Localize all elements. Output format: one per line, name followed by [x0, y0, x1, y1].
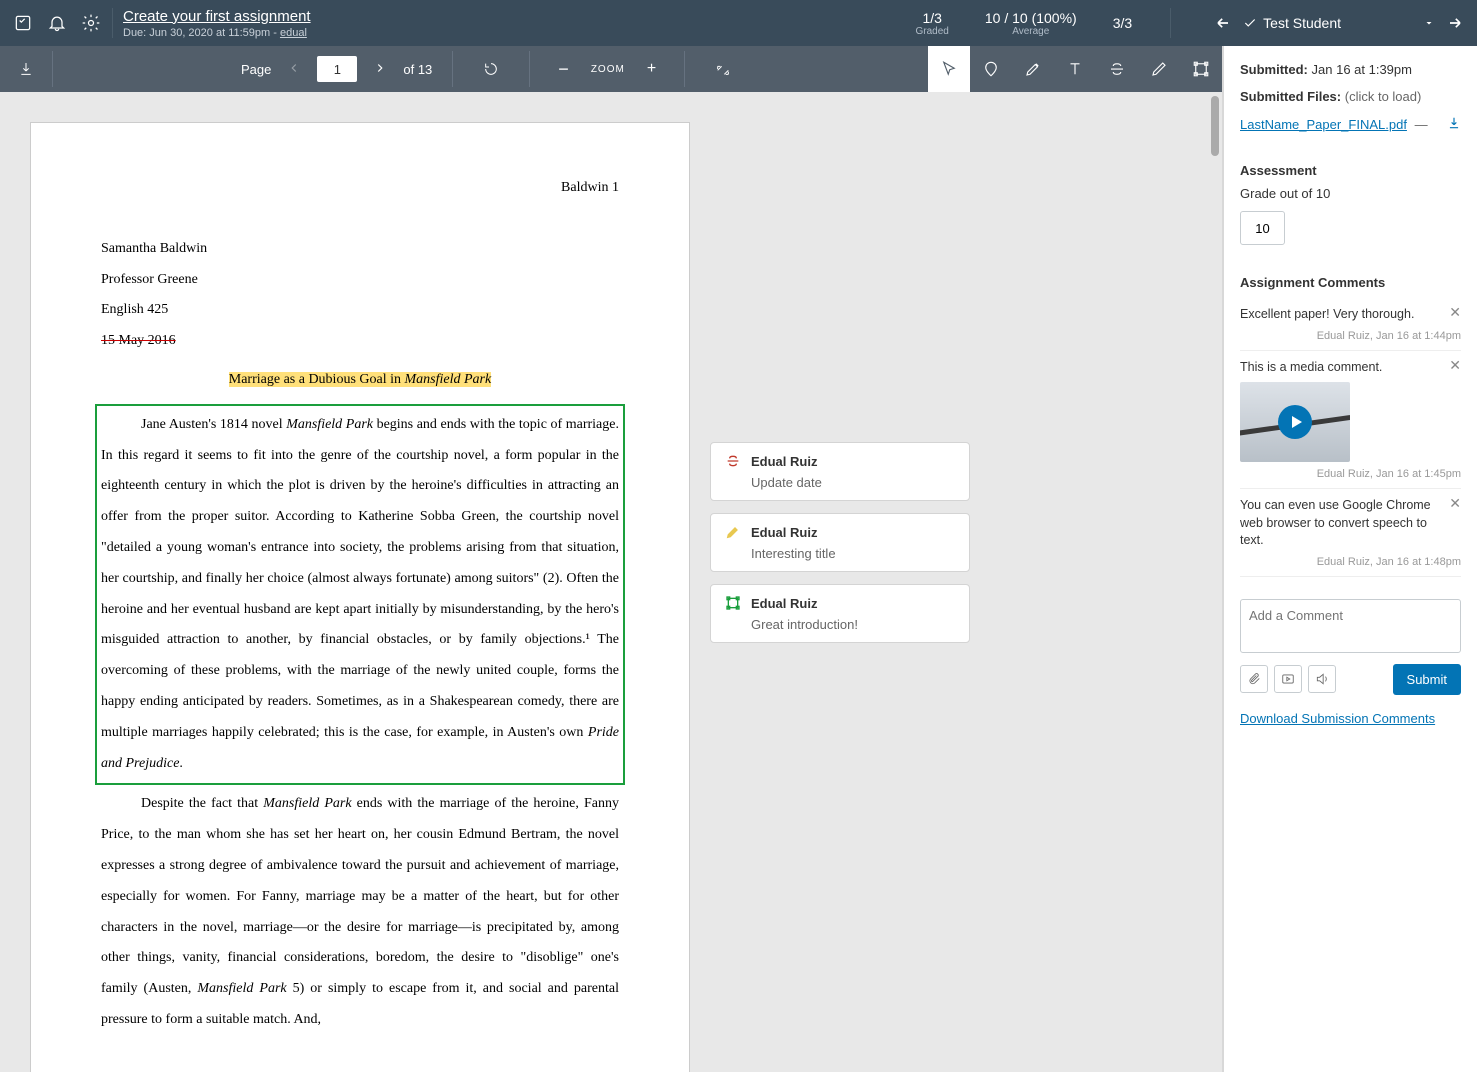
- comment-actions: Submit: [1240, 664, 1461, 695]
- box-annotation: Jane Austen's 1814 novel Mansfield Park …: [95, 404, 625, 786]
- sidebar: Submitted: Jan 16 at 1:39pm Submitted Fi…: [1222, 46, 1477, 1072]
- running-head: Baldwin 1: [101, 173, 619, 204]
- next-student-arrow[interactable]: [1445, 13, 1465, 33]
- doc-date: 15 May 2016: [101, 326, 619, 357]
- highlight-tool[interactable]: [1012, 46, 1054, 92]
- download-icon[interactable]: [8, 51, 44, 87]
- comment-item: ✕ This is a media comment. Edual Ruiz, J…: [1240, 351, 1461, 490]
- assignment-due: Due: Jun 30, 2020 at 11:59pm - edual: [123, 27, 311, 39]
- speech-icon[interactable]: [1308, 665, 1336, 693]
- play-icon[interactable]: [1278, 405, 1312, 439]
- close-icon[interactable]: ✕: [1449, 304, 1461, 321]
- close-icon[interactable]: ✕: [1449, 495, 1461, 512]
- add-comment-input[interactable]: [1240, 599, 1461, 653]
- media-comment-icon[interactable]: [1274, 665, 1302, 693]
- box-icon: [725, 595, 741, 611]
- prev-student-arrow[interactable]: [1213, 13, 1233, 33]
- zoom-in[interactable]: +: [639, 56, 664, 82]
- scroll-thumb[interactable]: [1211, 96, 1219, 156]
- assessment-title: Assessment: [1240, 163, 1461, 178]
- student-dropdown[interactable]: Test Student: [1243, 15, 1435, 31]
- stat-graded: 1/3 Graded: [908, 10, 957, 37]
- current-page-input[interactable]: [317, 56, 357, 82]
- settings-icon[interactable]: [80, 12, 102, 34]
- annotation-card[interactable]: Edual Ruiz Interesting title: [710, 513, 970, 572]
- student-nav: Test Student: [1213, 13, 1465, 33]
- pointer-tool[interactable]: [928, 46, 970, 92]
- fullscreen-icon[interactable]: [705, 51, 741, 87]
- strikeout-icon: [725, 453, 741, 469]
- doc-title: Marriage as a Dubious Goal in Mansfield …: [101, 365, 619, 396]
- point-tool[interactable]: [970, 46, 1012, 92]
- viewer-toolbar: Page of 13 − ZOOM +: [0, 46, 1222, 92]
- comments-title: Assignment Comments: [1240, 275, 1461, 290]
- next-page-arrow[interactable]: [365, 57, 395, 82]
- stat-average: 10 / 10 (100%) Average: [977, 10, 1085, 37]
- draw-tool[interactable]: [1138, 46, 1180, 92]
- annotation-tools: [928, 46, 1222, 92]
- assignment-title[interactable]: Create your first assignment: [123, 8, 311, 25]
- zoom-out[interactable]: −: [550, 55, 577, 84]
- strikeout-tool[interactable]: [1096, 46, 1138, 92]
- gradebook-icon[interactable]: [12, 12, 34, 34]
- zoom-label: ZOOM: [591, 64, 625, 75]
- submitted-time: Submitted: Jan 16 at 1:39pm: [1240, 62, 1461, 77]
- doc-para-2: Despite the fact that Mansfield Park end…: [101, 789, 619, 1035]
- media-comment-thumb[interactable]: [1240, 382, 1350, 462]
- annotations-panel: Edual Ruiz Update date Edual Ruiz Intere…: [690, 92, 990, 1072]
- grade-input[interactable]: [1240, 211, 1285, 245]
- viewer: Page of 13 − ZOOM +: [0, 46, 1222, 1072]
- close-icon[interactable]: ✕: [1449, 357, 1461, 374]
- grade-label: Grade out of 10: [1240, 186, 1461, 201]
- attach-file-icon[interactable]: [1240, 665, 1268, 693]
- highlight-icon: [725, 524, 741, 540]
- annotation-card[interactable]: Edual Ruiz Great introduction!: [710, 584, 970, 643]
- rotate-icon[interactable]: [473, 51, 509, 87]
- area-tool[interactable]: [1180, 46, 1222, 92]
- submitted-files-label: Submitted Files: (click to load): [1240, 89, 1461, 104]
- comment-item: ✕ You can even use Google Chrome web bro…: [1240, 489, 1461, 577]
- download-file-icon[interactable]: [1447, 116, 1461, 133]
- doc-para-1: Jane Austen's 1814 novel Mansfield Park …: [101, 410, 619, 780]
- doc-author: Samantha Baldwin: [101, 234, 619, 265]
- page-count: of 13: [403, 62, 432, 77]
- top-icons: [12, 12, 102, 34]
- annotation-card[interactable]: Edual Ruiz Update date: [710, 442, 970, 501]
- stat-count: 3/3: [1105, 15, 1140, 31]
- scrollbar[interactable]: [1208, 92, 1222, 1072]
- comment-item: ✕ Excellent paper! Very thorough. Edual …: [1240, 298, 1461, 351]
- document-area[interactable]: Baldwin 1 Samantha Baldwin Professor Gre…: [0, 92, 1222, 1072]
- prev-page-arrow[interactable]: [279, 57, 309, 82]
- assignment-info: Create your first assignment Due: Jun 30…: [123, 4, 311, 43]
- text-tool[interactable]: [1054, 46, 1096, 92]
- due-link[interactable]: edual: [280, 27, 307, 39]
- submitted-file-link[interactable]: LastName_Paper_FINAL.pdf: [1240, 117, 1407, 132]
- top-bar: Create your first assignment Due: Jun 30…: [0, 0, 1477, 46]
- document-page: Baldwin 1 Samantha Baldwin Professor Gre…: [30, 122, 690, 1072]
- doc-course: English 425: [101, 295, 619, 326]
- submit-button[interactable]: Submit: [1393, 664, 1461, 695]
- doc-professor: Professor Greene: [101, 265, 619, 296]
- download-comments-link[interactable]: Download Submission Comments: [1240, 711, 1435, 726]
- stats-group: 1/3 Graded 10 / 10 (100%) Average 3/3 Te…: [908, 8, 1466, 38]
- page-label: Page: [241, 62, 271, 77]
- notifications-icon[interactable]: [46, 12, 68, 34]
